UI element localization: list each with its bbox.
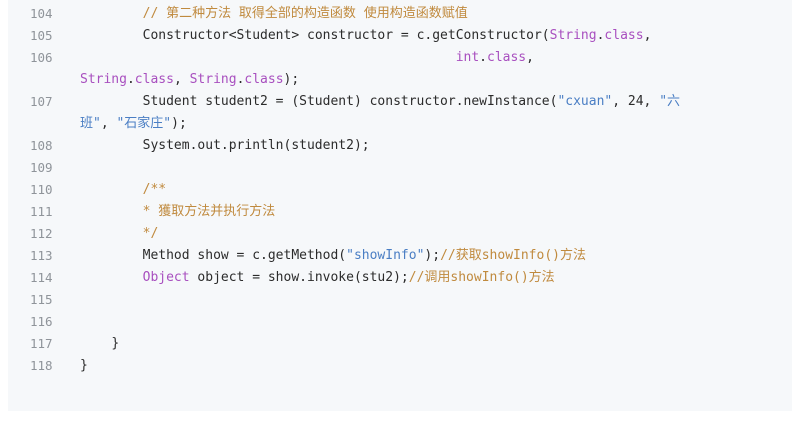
- code-token: );: [283, 72, 300, 87]
- code-token: //获取showInfo()方法: [440, 248, 586, 263]
- code-text: int.class,: [80, 47, 534, 69]
- code-token: Student student2 = (Student) constructor…: [142, 94, 558, 109]
- code-token: class: [487, 50, 527, 65]
- code-token: Constructor<: [142, 28, 237, 43]
- code-token: , 24,: [612, 94, 660, 109]
- code-token: );: [424, 248, 441, 263]
- line-number: 113: [30, 248, 53, 263]
- code-line[interactable]: 110 /**: [8, 179, 792, 201]
- code-text: /**: [80, 179, 166, 201]
- code-text: Object object = show.invoke(stu2);//调用sh…: [80, 267, 555, 289]
- line-number: 114: [30, 270, 53, 285]
- code-text: }: [80, 355, 88, 377]
- code-token: }: [80, 358, 88, 373]
- line-number: 110: [30, 182, 53, 197]
- code-text: String.class, String.class);: [80, 69, 299, 91]
- line-number: 107: [30, 94, 53, 109]
- code-line[interactable]: 105 Constructor<Student> constructor = c…: [8, 25, 792, 47]
- line-number: 116: [30, 314, 53, 329]
- code-token: /**: [142, 182, 167, 197]
- code-token: "石家庄": [116, 116, 172, 131]
- code-line[interactable]: 112 */: [8, 223, 792, 245]
- code-line[interactable]: 115: [8, 289, 792, 311]
- code-text: 班", "石家庄");: [80, 113, 187, 135]
- code-text: * 獲取方法并执行方法: [80, 201, 276, 223]
- code-token: String: [80, 72, 127, 87]
- code-token: //调用showInfo()方法: [408, 270, 555, 285]
- code-token: "showInfo": [346, 248, 425, 263]
- code-token: // 第二种方法 取得全部的构造函数 使用构造函数赋值: [142, 6, 468, 21]
- code-line-wrap[interactable]: String.class, String.class);: [8, 69, 792, 91]
- line-number: 115: [30, 292, 53, 307]
- code-token: Object: [142, 270, 190, 285]
- code-block[interactable]: 104 // 第二种方法 取得全部的构造函数 使用构造函数赋值 105 Const…: [8, 0, 792, 411]
- code-token: String: [189, 72, 237, 87]
- code-line[interactable]: 111 * 獲取方法并执行方法: [8, 201, 792, 223]
- code-token: ,: [173, 72, 190, 87]
- code-token: Student: [236, 28, 292, 43]
- code-token: .: [479, 50, 487, 65]
- code-text: }: [80, 333, 119, 355]
- line-number: 112: [30, 226, 53, 241]
- code-token: "cxuan": [557, 94, 613, 109]
- code-line[interactable]: 113 Method show = c.getMethod("showInfo"…: [8, 245, 792, 267]
- code-line[interactable]: 116: [8, 311, 792, 333]
- line-number: 111: [30, 204, 53, 219]
- line-number: 104: [30, 6, 53, 21]
- code-text: System.out.println(student2);: [80, 135, 370, 157]
- code-token: */: [142, 226, 159, 241]
- line-number: 108: [30, 138, 53, 153]
- code-text: Method show = c.getMethod("showInfo");//…: [80, 245, 586, 267]
- code-token: ,: [526, 50, 534, 65]
- code-token: "六: [659, 94, 681, 109]
- line-number: 117: [30, 336, 53, 351]
- code-token: String: [549, 28, 597, 43]
- code-line[interactable]: 108 System.out.println(student2);: [8, 135, 792, 157]
- code-token: * 獲取方法并执行方法: [142, 204, 276, 219]
- code-text: */: [80, 223, 159, 245]
- code-token: class: [134, 72, 174, 87]
- line-number: 106: [30, 50, 53, 65]
- code-line-wrap[interactable]: 班", "石家庄");: [8, 113, 792, 135]
- code-token: class: [604, 28, 644, 43]
- code-text: Student student2 = (Student) constructor…: [80, 91, 680, 113]
- code-token: int: [455, 50, 480, 65]
- code-line[interactable]: 109: [8, 157, 792, 179]
- code-token: ,: [100, 116, 117, 131]
- line-number: 118: [30, 358, 53, 373]
- code-token: System.out.println(student2);: [142, 138, 370, 153]
- line-number: 109: [30, 160, 53, 175]
- code-line[interactable]: 107 Student student2 = (Student) constru…: [8, 91, 792, 113]
- code-token: class: [244, 72, 284, 87]
- code-token: }: [111, 336, 120, 351]
- code-line[interactable]: 106 int.class,: [8, 47, 792, 69]
- code-token: ,: [643, 28, 652, 43]
- code-line[interactable]: 104 // 第二种方法 取得全部的构造函数 使用构造函数赋值: [8, 3, 792, 25]
- code-token: Method show = c.getMethod(: [142, 248, 347, 263]
- code-line[interactable]: 118}: [8, 355, 792, 377]
- code-line[interactable]: 114 Object object = show.invoke(stu2);//…: [8, 267, 792, 289]
- code-token: .: [126, 72, 135, 87]
- code-line[interactable]: 117 }: [8, 333, 792, 355]
- code-token: > constructor = c.getConstructor(: [291, 28, 550, 43]
- code-token: object = show.invoke(stu2);: [189, 270, 409, 285]
- line-number: 105: [30, 28, 53, 43]
- code-text: // 第二种方法 取得全部的构造函数 使用构造函数赋值: [80, 3, 468, 25]
- code-text: Constructor<Student> constructor = c.get…: [80, 25, 652, 47]
- code-token: 班": [80, 116, 101, 131]
- code-token: );: [171, 116, 187, 131]
